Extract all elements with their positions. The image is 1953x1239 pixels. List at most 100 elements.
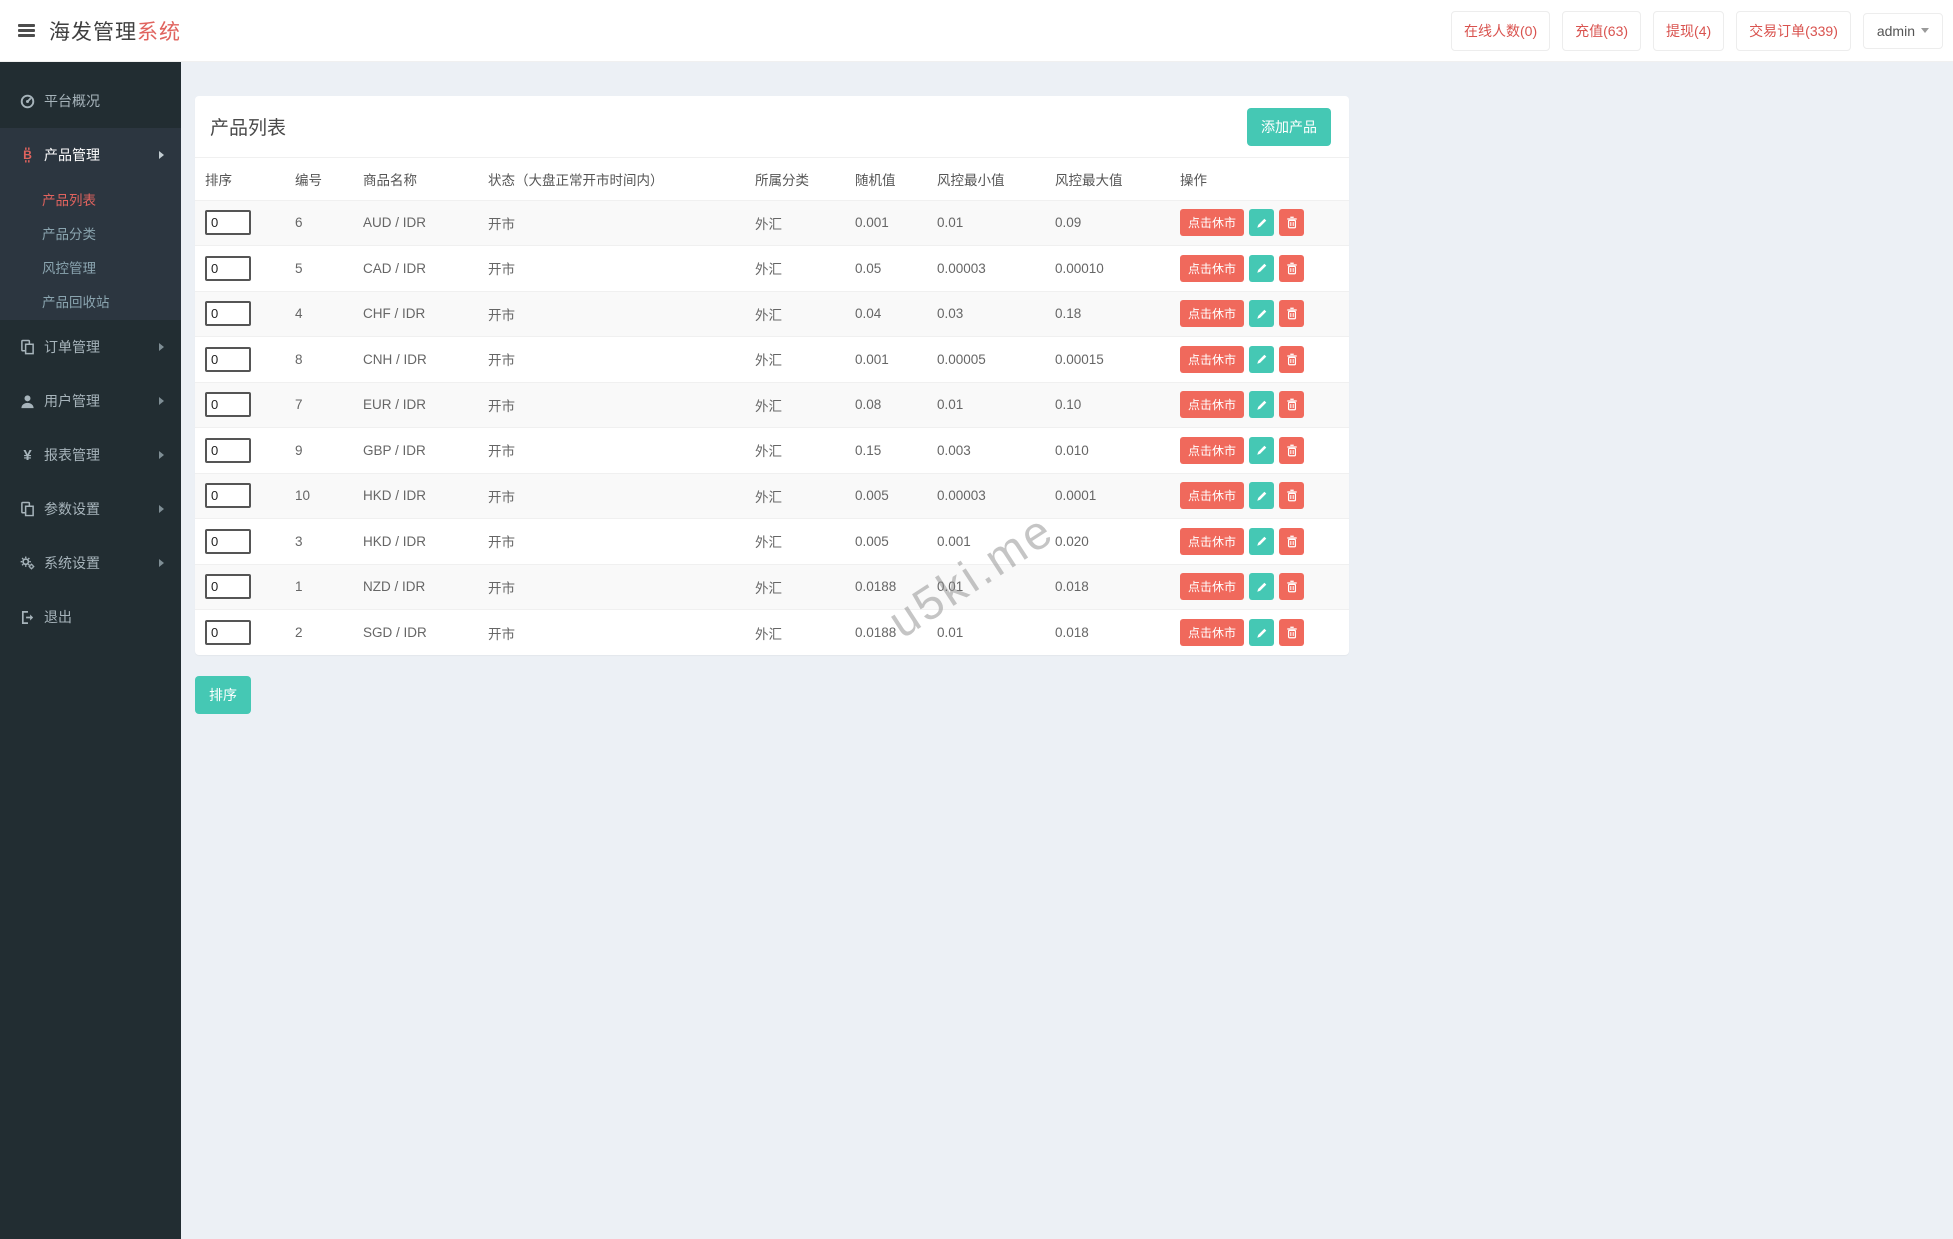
app-logo[interactable]: 海发管理系统 <box>49 16 181 46</box>
edit-button[interactable] <box>1249 482 1275 510</box>
edit-button[interactable] <box>1249 345 1275 373</box>
close-market-button[interactable]: 点击休市 <box>1180 209 1245 237</box>
recharge-badge[interactable]: 充值(63) <box>1562 10 1642 51</box>
delete-button[interactable] <box>1279 482 1305 510</box>
col-header-sort: 排序 <box>205 172 232 188</box>
chevron-right-icon <box>159 397 164 405</box>
risk-max-value: 0.0001 <box>1045 472 1170 519</box>
close-market-button[interactable]: 点击休市 <box>1180 527 1245 555</box>
risk-max-value: 0.020 <box>1045 518 1170 564</box>
close-market-button[interactable]: 点击休市 <box>1180 482 1245 510</box>
sort-input[interactable] <box>205 483 251 509</box>
close-market-button[interactable]: 点击休市 <box>1180 254 1245 282</box>
sidebar-item-parameter-settings[interactable]: 参数设置 <box>0 482 181 536</box>
add-product-button[interactable]: 添加产品 <box>1247 107 1331 146</box>
trade-orders-badge[interactable]: 交易订单(339) <box>1736 10 1851 51</box>
sidebar-item-platform-overview[interactable]: 平台概况 <box>0 74 181 128</box>
edit-button[interactable] <box>1249 209 1275 237</box>
trash-icon <box>1286 535 1298 548</box>
product-name: GBP / IDR <box>353 427 478 473</box>
sort-input[interactable] <box>205 255 251 281</box>
edit-button[interactable] <box>1249 619 1275 646</box>
product-name: HKD / IDR <box>353 472 478 519</box>
pencil-icon <box>1256 490 1268 502</box>
table-header-row: 排序 编号 商品名称 状态（大盘正常开市时间内） 所属分类 随机值 风控最小值 … <box>195 158 1349 200</box>
random-value: 0.0188 <box>845 609 927 655</box>
sidebar-item-user-management[interactable]: 用户管理 <box>0 374 181 428</box>
sort-input[interactable] <box>205 528 251 554</box>
delete-button[interactable] <box>1279 527 1305 555</box>
sidebar-item-product-management[interactable]: B 产品管理 <box>0 128 181 182</box>
trash-icon <box>1286 626 1298 639</box>
close-market-button[interactable]: 点击休市 <box>1180 619 1245 646</box>
delete-button[interactable] <box>1279 391 1305 419</box>
product-id: 6 <box>285 199 353 246</box>
sort-input[interactable] <box>205 392 251 418</box>
delete-button[interactable] <box>1279 573 1305 601</box>
close-market-button[interactable]: 点击休市 <box>1180 436 1245 464</box>
close-market-button[interactable]: 点击休市 <box>1180 300 1245 328</box>
delete-button[interactable] <box>1279 209 1305 237</box>
delete-button[interactable] <box>1279 436 1305 464</box>
logo-prefix: 海发管理 <box>49 20 137 44</box>
sort-input[interactable] <box>205 210 251 236</box>
table-row: 6 AUD / IDR 开市 外汇 0.001 0.01 0.09 点击休市 <box>195 199 1349 246</box>
sort-input[interactable] <box>205 346 251 372</box>
sidebar-item-risk-management[interactable]: 风控管理 <box>0 250 181 284</box>
user-menu[interactable]: admin <box>1862 12 1943 49</box>
product-id: 3 <box>285 518 353 564</box>
online-users-badge[interactable]: 在线人数(0) <box>1451 10 1551 51</box>
hamburger-menu-icon[interactable] <box>18 24 35 37</box>
chevron-right-icon <box>159 505 164 513</box>
svg-text:B: B <box>23 148 32 162</box>
risk-min-value: 0.01 <box>927 563 1045 610</box>
product-name: CHF / IDR <box>353 290 478 337</box>
close-market-button[interactable]: 点击休市 <box>1180 391 1245 419</box>
sidebar-item-system-settings[interactable]: 系统设置 <box>0 536 181 590</box>
delete-button[interactable] <box>1279 300 1305 328</box>
sidebar-item-product-list[interactable]: 产品列表 <box>0 182 181 216</box>
risk-max-value: 0.00015 <box>1045 336 1170 382</box>
edit-button[interactable] <box>1249 527 1275 555</box>
sort-input[interactable] <box>205 301 251 327</box>
close-market-button[interactable]: 点击休市 <box>1180 573 1245 601</box>
risk-max-value: 0.018 <box>1045 609 1170 655</box>
table-row: 5 CAD / IDR 开市 外汇 0.05 0.00003 0.00010 点… <box>195 245 1349 291</box>
delete-button[interactable] <box>1279 345 1305 373</box>
sidebar-item-report-management[interactable]: ¥ 报表管理 <box>0 428 181 482</box>
sidebar-item-product-category[interactable]: 产品分类 <box>0 216 181 250</box>
sort-input[interactable] <box>205 620 251 645</box>
random-value: 0.005 <box>845 472 927 519</box>
username: admin <box>1876 22 1915 39</box>
product-id: 7 <box>285 381 353 428</box>
product-category: 外汇 <box>745 472 845 519</box>
logo-suffix: 系统 <box>137 20 181 44</box>
edit-button[interactable] <box>1249 391 1275 419</box>
random-value: 0.04 <box>845 290 927 337</box>
table-row: 7 EUR / IDR 开市 外汇 0.08 0.01 0.10 点击休市 <box>195 381 1349 428</box>
pencil-icon <box>1256 308 1268 320</box>
edit-button[interactable] <box>1249 436 1275 464</box>
edit-button[interactable] <box>1249 254 1275 282</box>
withdraw-badge[interactable]: 提现(4) <box>1653 10 1725 51</box>
sidebar-item-product-recycle-bin[interactable]: 产品回收站 <box>0 284 181 318</box>
sort-input[interactable] <box>205 574 251 600</box>
top-header: 海发管理系统 在线人数(0) 充值(63) 提现(4) 交易订单(339) ad… <box>0 0 1953 62</box>
sort-input[interactable] <box>205 437 251 463</box>
risk-min-value: 0.00005 <box>927 336 1045 382</box>
table-row: 3 HKD / IDR 开市 外汇 0.005 0.001 0.020 点击休市 <box>195 518 1349 564</box>
risk-min-value: 0.03 <box>927 290 1045 337</box>
chevron-down-icon <box>1921 28 1929 33</box>
chevron-right-icon <box>159 451 164 459</box>
table-body: 6 AUD / IDR 开市 外汇 0.001 0.01 0.09 点击休市 <box>195 199 1349 655</box>
chevron-right-icon <box>159 343 164 351</box>
sidebar-item-order-management[interactable]: 订单管理 <box>0 320 181 374</box>
sidebar-item-label: 平台概况 <box>44 93 100 109</box>
sort-submit-button[interactable]: 排序 <box>195 676 251 714</box>
edit-button[interactable] <box>1249 573 1275 601</box>
close-market-button[interactable]: 点击休市 <box>1180 345 1245 373</box>
edit-button[interactable] <box>1249 300 1275 328</box>
delete-button[interactable] <box>1279 619 1305 646</box>
sidebar-item-logout[interactable]: 退出 <box>0 590 181 644</box>
delete-button[interactable] <box>1279 254 1305 282</box>
